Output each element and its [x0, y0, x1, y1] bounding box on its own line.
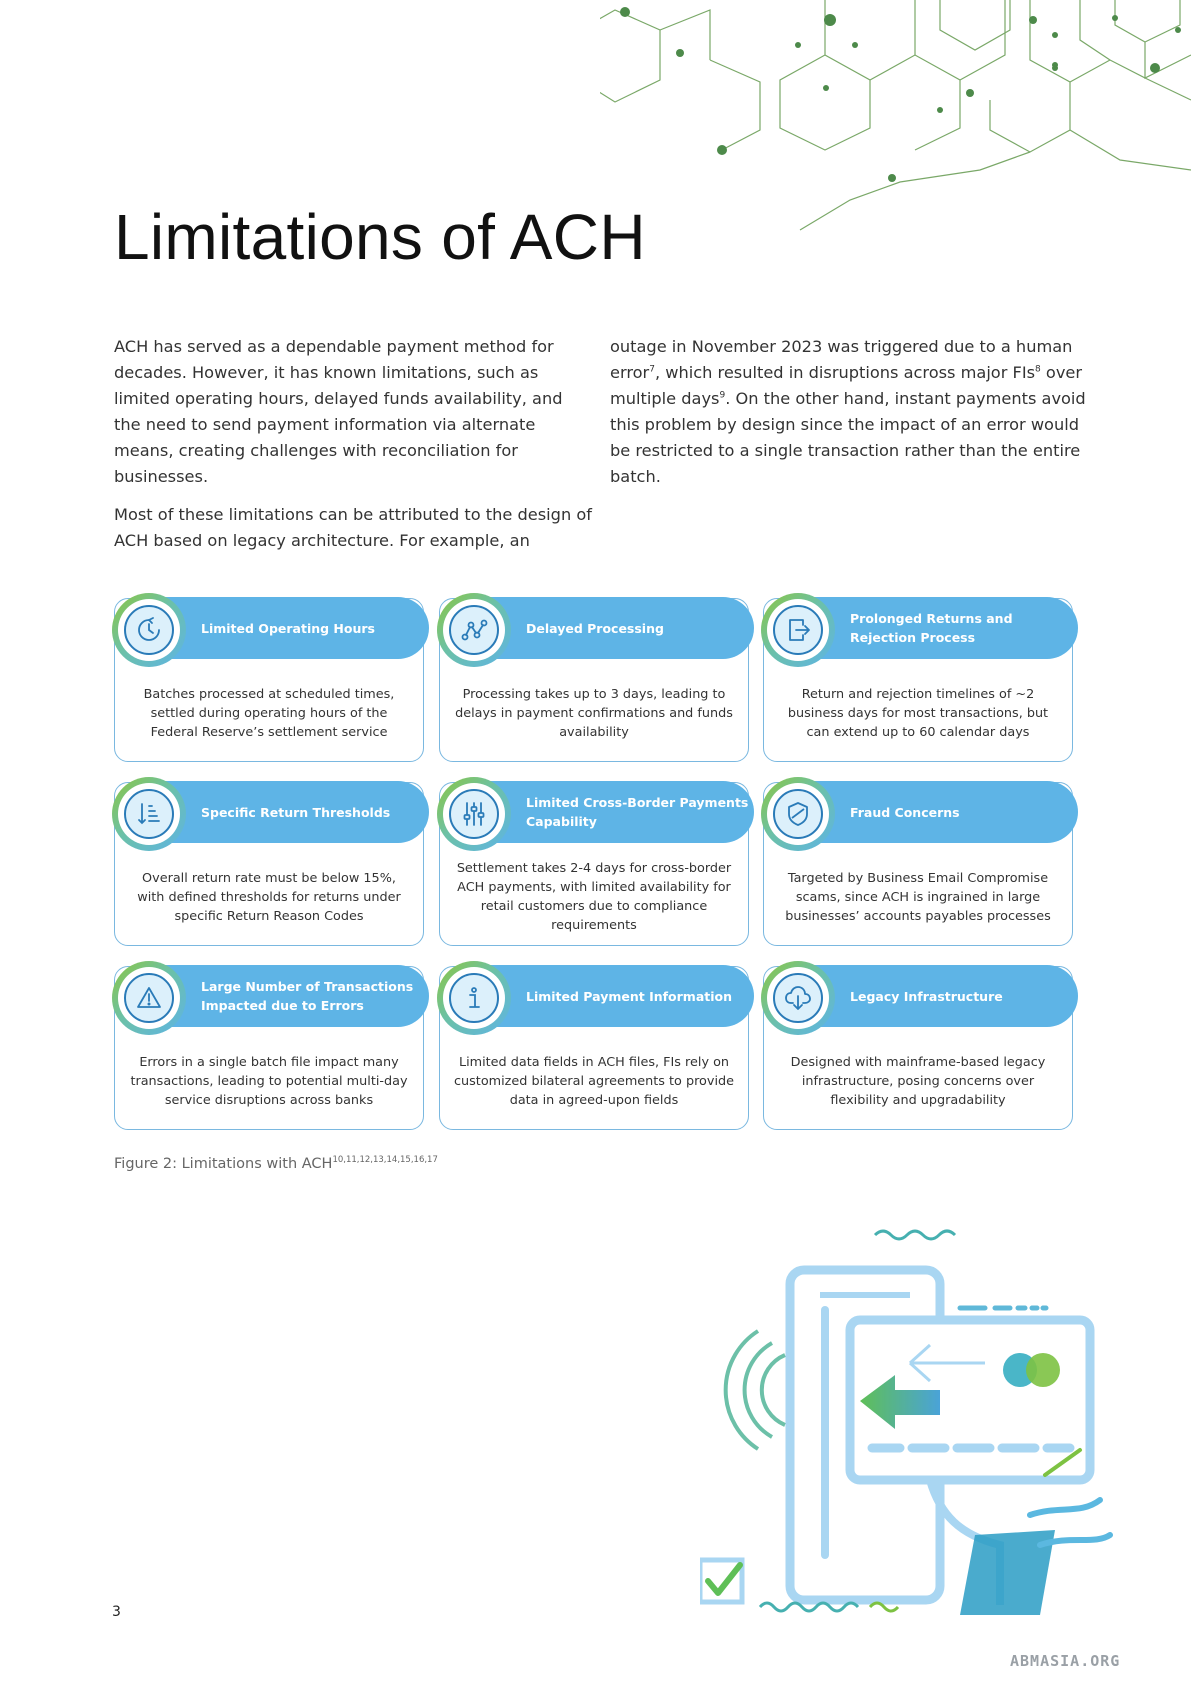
page-number: 3 [112, 1604, 121, 1620]
card-title: Limited Payment Information [526, 988, 733, 1004]
limitation-card: Limited Operating Hours Batches processe… [112, 593, 429, 762]
card-title: Specific Return Thresholds [201, 804, 391, 820]
card-header: Prolonged Returns and Rejection Process [804, 597, 1078, 659]
limitation-card: Limited Payment Information Limited data… [437, 961, 754, 1130]
limitation-card: Prolonged Returns and Rejection Process … [761, 593, 1078, 762]
limitation-card: Large Number of Transactions Impacted du… [112, 961, 429, 1130]
limitation-card: Specific Return Thresholds Overall retur… [112, 777, 429, 946]
card-title: Limited Cross-Border Payments Capability [526, 795, 749, 829]
card-title: Prolonged Returns and Rejection Process [850, 611, 1013, 645]
card-title: Delayed Processing [526, 620, 664, 636]
card-description: Limited data fields in ACH files, FIs re… [453, 1054, 735, 1108]
card-title: Large Number of Transactions Impacted du… [201, 979, 414, 1013]
circuit-network-decoration [600, 0, 1191, 231]
card-header: Limited Operating Hours [155, 597, 429, 659]
intro-right-column: outage in November 2023 was triggered du… [610, 334, 1090, 502]
payment-illustration [700, 1229, 1113, 1615]
intro-paragraph-2: Most of these limitations can be attribu… [114, 505, 592, 550]
card-header: Fraud Concerns [804, 781, 1078, 843]
figure-caption: Figure 2: Limitations with ACH10,11,12,1… [114, 1155, 438, 1172]
limitation-card: Legacy Infrastructure Designed with main… [761, 961, 1078, 1130]
card-header: Delayed Processing [480, 597, 754, 659]
threshold-list-icon [124, 789, 174, 839]
info-icon [449, 973, 499, 1023]
sliders-icon [449, 789, 499, 839]
shield-icon [773, 789, 823, 839]
card-title: Legacy Infrastructure [850, 988, 1003, 1004]
limitation-card: Delayed Processing Processing takes up t… [437, 593, 754, 762]
card-description: Batches processed at scheduled times, se… [143, 686, 395, 740]
watermark: ABMASIA.ORG [1010, 1652, 1121, 1670]
limitation-card: Fraud Concerns Targeted by Business Emai… [761, 777, 1078, 946]
intro-left-column: ACH has served as a dependable payment m… [114, 334, 594, 566]
card-description: Processing takes up to 3 days, leading t… [455, 686, 733, 740]
intro-paragraph-1: ACH has served as a dependable payment m… [114, 337, 563, 486]
intro-paragraph-3: outage in November 2023 was triggered du… [610, 337, 1086, 486]
return-document-icon [773, 605, 823, 655]
card-header: Legacy Infrastructure [804, 965, 1078, 1027]
card-title: Fraud Concerns [850, 804, 960, 820]
card-header: Specific Return Thresholds [155, 781, 429, 843]
card-header: Large Number of Transactions Impacted du… [155, 965, 429, 1027]
limitation-card: Limited Cross-Border Payments Capability… [437, 777, 754, 946]
card-header: Limited Payment Information [480, 965, 754, 1027]
page-title: Limitations of ACH [114, 201, 646, 273]
figure-references: 10,11,12,13,14,15,16,17 [332, 1155, 438, 1166]
cloud-download-icon [773, 973, 823, 1023]
card-title: Limited Operating Hours [201, 620, 375, 636]
clock-icon [124, 605, 174, 655]
card-description: Errors in a single batch file impact man… [130, 1054, 408, 1108]
card-description: Return and rejection timelines of ~2 bus… [787, 686, 1049, 740]
process-path-icon [449, 605, 499, 655]
card-description: Overall return rate must be below 15%, w… [137, 870, 401, 924]
card-description: Settlement takes 2-4 days for cross-bord… [456, 861, 732, 933]
warning-triangle-icon [124, 973, 174, 1023]
card-description: Designed with mainframe-based legacy inf… [790, 1054, 1046, 1108]
card-header: Limited Cross-Border Payments Capability [480, 781, 754, 843]
card-description: Targeted by Business Email Compromise sc… [785, 870, 1051, 924]
